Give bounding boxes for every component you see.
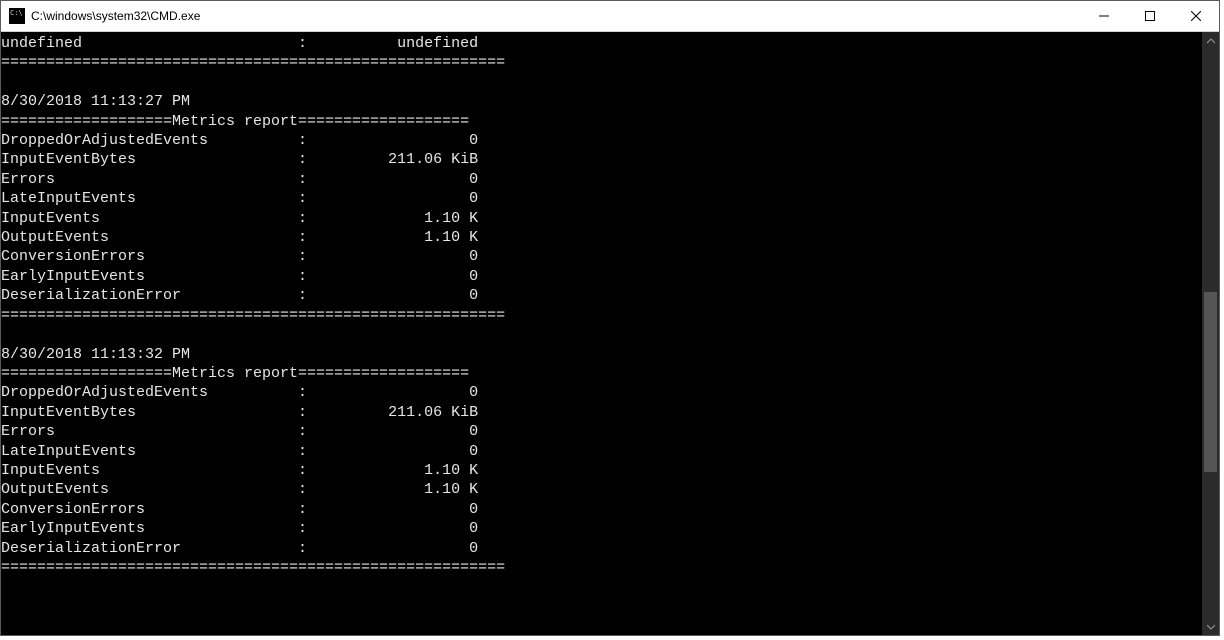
cmd-window: C:\windows\system32\CMD.exe undefined : … [0,0,1220,636]
cmd-icon [9,8,25,24]
scroll-down-arrow-icon[interactable] [1202,618,1219,635]
maximize-button[interactable] [1127,1,1173,31]
scroll-up-arrow-icon[interactable] [1202,32,1219,49]
window-controls [1081,1,1219,31]
vertical-scrollbar[interactable] [1202,32,1219,635]
titlebar[interactable]: C:\windows\system32\CMD.exe [1,1,1219,32]
scroll-thumb[interactable] [1204,292,1217,472]
window-title: C:\windows\system32\CMD.exe [31,9,1081,23]
minimize-button[interactable] [1081,1,1127,31]
console-output[interactable]: undefined : undefined ==================… [1,32,1202,635]
console-area: undefined : undefined ==================… [1,32,1219,635]
close-button[interactable] [1173,1,1219,31]
